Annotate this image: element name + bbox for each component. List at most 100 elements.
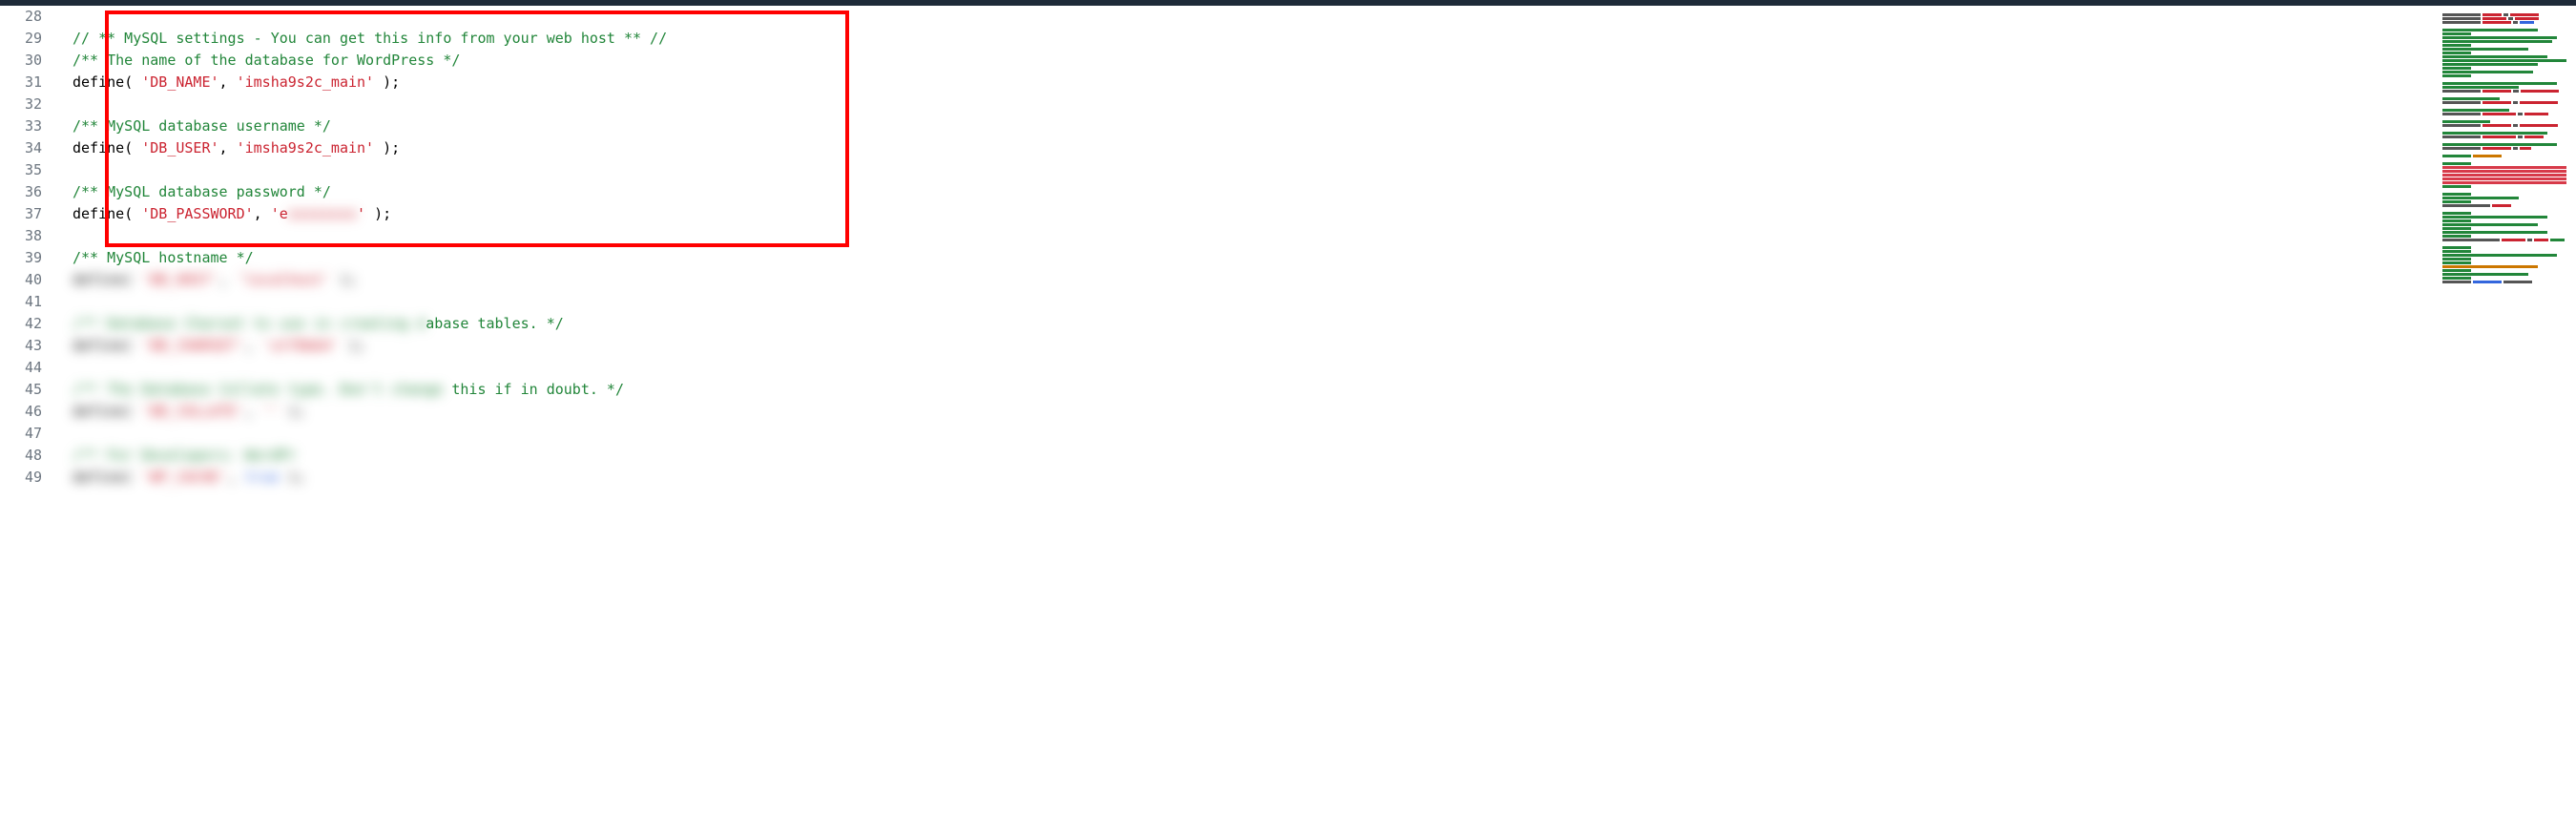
code-token: this if in doubt. */ bbox=[443, 381, 624, 398]
line-number: 33 bbox=[0, 115, 42, 137]
line-number: 34 bbox=[0, 137, 42, 159]
code-line[interactable]: /** MySQL database password */ bbox=[53, 181, 2433, 203]
code-token: 'WP_CACHE' bbox=[141, 467, 227, 489]
code-token: define( bbox=[73, 401, 141, 423]
code-line[interactable]: define( 'DB_CHARSET', 'utf8mb4' ); bbox=[53, 335, 2433, 357]
line-number: 38 bbox=[0, 225, 42, 247]
code-token: ( bbox=[124, 73, 141, 91]
line-number: 35 bbox=[0, 159, 42, 181]
code-line[interactable] bbox=[53, 225, 2433, 247]
code-token: define( bbox=[73, 269, 141, 291]
code-token: 'imsha9s2c_main' bbox=[237, 139, 375, 156]
code-token: ); bbox=[340, 335, 365, 357]
code-token: ) bbox=[374, 73, 391, 91]
code-token: , bbox=[228, 467, 245, 489]
code-token: ; bbox=[391, 73, 400, 91]
code-area[interactable]: // ** MySQL settings - You can get this … bbox=[53, 6, 2433, 834]
code-token: ) bbox=[365, 205, 383, 222]
code-token: 'DB_HOST' bbox=[141, 269, 218, 291]
code-token: define bbox=[73, 205, 124, 222]
line-number: 37 bbox=[0, 203, 42, 225]
code-line[interactable]: /** The name of the database for WordPre… bbox=[53, 50, 2433, 72]
code-token: ); bbox=[280, 401, 305, 423]
line-number: 32 bbox=[0, 94, 42, 115]
code-token: , bbox=[245, 401, 262, 423]
code-token: , bbox=[254, 205, 271, 222]
code-token: 'DB_CHARSET' bbox=[141, 335, 244, 357]
code-line[interactable]: /** The Database Collate type. Don't cha… bbox=[53, 379, 2433, 401]
code-token: 'DB_USER' bbox=[141, 139, 218, 156]
code-token: /** The Database Collate type. Don't cha… bbox=[73, 379, 443, 401]
code-token: // ** MySQL settings - You can get this … bbox=[73, 30, 667, 47]
code-token: ); bbox=[331, 269, 357, 291]
code-token: 'DB_NAME' bbox=[141, 73, 218, 91]
line-number: 47 bbox=[0, 423, 42, 445]
code-token: ( bbox=[124, 139, 141, 156]
code-token: define bbox=[73, 73, 124, 91]
code-line[interactable]: /** MySQL hostname */ bbox=[53, 247, 2433, 269]
code-token: ); bbox=[280, 467, 305, 489]
code-token: '' bbox=[262, 401, 280, 423]
code-line[interactable]: /** Database Charset to use in creating … bbox=[53, 313, 2433, 335]
code-token: , bbox=[219, 269, 237, 291]
line-number: 46 bbox=[0, 401, 42, 423]
code-line[interactable]: define( 'WP_CACHE', true ); bbox=[53, 467, 2433, 489]
line-number: 28 bbox=[0, 6, 42, 28]
code-token: /** Database Charset to use in creating … bbox=[73, 313, 426, 335]
code-line[interactable]: define( 'DB_USER', 'imsha9s2c_main' ); bbox=[53, 137, 2433, 159]
minimap[interactable] bbox=[2433, 6, 2576, 834]
code-line[interactable]: define( 'DB_NAME', 'imsha9s2c_main' ); bbox=[53, 72, 2433, 94]
line-number: 45 bbox=[0, 379, 42, 401]
line-number-gutter: 2829303132333435363738394041424344454647… bbox=[0, 6, 53, 834]
code-line[interactable]: // ** MySQL settings - You can get this … bbox=[53, 28, 2433, 50]
line-number: 40 bbox=[0, 269, 42, 291]
code-token: , bbox=[219, 139, 237, 156]
code-line[interactable] bbox=[53, 6, 2433, 28]
code-token: /** MySQL database password */ bbox=[73, 183, 331, 200]
code-token: 'localhost' bbox=[237, 269, 331, 291]
code-token: 'DB_PASSWORD' bbox=[141, 205, 253, 222]
code-token: ; bbox=[383, 205, 391, 222]
line-number: 48 bbox=[0, 445, 42, 467]
code-line[interactable]: define( 'DB_PASSWORD', 'exxxxxxxx' ); bbox=[53, 203, 2433, 225]
code-token: define bbox=[73, 139, 124, 156]
minimap-content bbox=[2442, 13, 2566, 284]
code-line[interactable]: define( 'DB_COLLATE', '' ); bbox=[53, 401, 2433, 423]
line-number: 41 bbox=[0, 291, 42, 313]
line-number: 43 bbox=[0, 335, 42, 357]
code-line[interactable] bbox=[53, 423, 2433, 445]
line-number: 44 bbox=[0, 357, 42, 379]
line-number: 42 bbox=[0, 313, 42, 335]
code-token: 'imsha9s2c_main' bbox=[237, 73, 375, 91]
code-line[interactable]: /** For Developers: WordPr bbox=[53, 445, 2433, 467]
code-token: xxxxxxxx bbox=[288, 203, 357, 225]
line-number: 29 bbox=[0, 28, 42, 50]
code-token: 'utf8mb4' bbox=[262, 335, 340, 357]
line-number: 31 bbox=[0, 72, 42, 94]
code-token: define( bbox=[73, 467, 141, 489]
code-token: 'e bbox=[271, 205, 288, 222]
code-token: abase tables. */ bbox=[426, 315, 564, 332]
code-line[interactable]: define( 'DB_HOST', 'localhost' ); bbox=[53, 269, 2433, 291]
code-token: , bbox=[245, 335, 262, 357]
code-line[interactable] bbox=[53, 159, 2433, 181]
code-line[interactable] bbox=[53, 94, 2433, 115]
code-token: /** For Developers: WordPr bbox=[73, 445, 297, 467]
editor-top-bar bbox=[0, 0, 2576, 6]
code-token: define( bbox=[73, 335, 141, 357]
code-token: ) bbox=[374, 139, 391, 156]
line-number: 39 bbox=[0, 247, 42, 269]
code-token: ' bbox=[357, 205, 365, 222]
code-token: , bbox=[219, 73, 237, 91]
code-line[interactable]: /** MySQL database username */ bbox=[53, 115, 2433, 137]
line-number: 30 bbox=[0, 50, 42, 72]
code-line[interactable] bbox=[53, 291, 2433, 313]
line-number: 36 bbox=[0, 181, 42, 203]
code-token: ( bbox=[124, 205, 141, 222]
code-line[interactable] bbox=[53, 357, 2433, 379]
code-token: 'DB_COLLATE' bbox=[141, 401, 244, 423]
code-token: ; bbox=[391, 139, 400, 156]
code-token: /** MySQL database username */ bbox=[73, 117, 331, 135]
code-token: true bbox=[245, 467, 280, 489]
editor-container: 2829303132333435363738394041424344454647… bbox=[0, 0, 2576, 834]
